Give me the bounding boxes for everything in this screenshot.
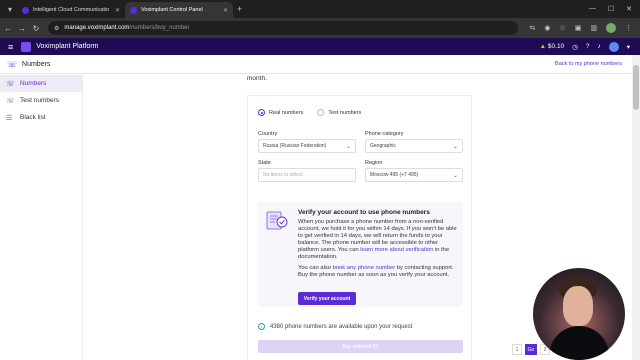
tab-label: Voximplant Control Panel	[141, 7, 203, 13]
buy-number-card: Real numbers Test numbers Country Russia…	[247, 95, 472, 360]
book-phone-number-link[interactable]: book any phone number	[333, 265, 396, 271]
app-name: Voximplant Platform	[36, 43, 99, 50]
list-icon: ☰	[6, 114, 13, 122]
new-tab-icon[interactable]: +	[237, 4, 242, 14]
pagination: 1 Go 2	[512, 344, 550, 355]
sidebar: ☏ Numbers ☏ Test numbers ☰ Black list	[0, 75, 83, 360]
tab-search-icon[interactable]: ▾	[3, 2, 17, 16]
verify-title: Verify your account to use phone numbers	[298, 209, 430, 216]
country-label: Country	[258, 131, 278, 137]
sidebar-item-numbers[interactable]: ☏ Numbers	[0, 75, 82, 92]
url-host: manage.voximplant.com	[64, 25, 130, 31]
verify-description: When you purchase a phone number from a …	[298, 219, 457, 260]
number-type-radio-group: Real numbers Test numbers	[258, 109, 361, 116]
bell-icon[interactable]: ♪	[597, 43, 600, 50]
radio-selected-icon	[258, 109, 265, 116]
back-arrow-icon[interactable]: ←	[2, 24, 14, 33]
state-label: State	[258, 160, 271, 166]
timer-icon[interactable]: ◷	[572, 43, 578, 51]
header-actions: ▲ $0.10 ◷ ? ♪ ▾	[540, 41, 640, 52]
phone-test-icon: ☏	[6, 97, 15, 105]
chevron-down-icon[interactable]: ▾	[627, 43, 630, 51]
chevron-down-icon: ⌄	[452, 172, 458, 179]
close-window-icon[interactable]: ✕	[626, 5, 632, 13]
verification-document-icon	[266, 211, 288, 230]
minimize-icon[interactable]: —	[589, 5, 596, 13]
region-select[interactable]: Moscow 495 (+7 495) ⌄	[365, 168, 463, 182]
availability-note: i 4380 phone numbers are available upon …	[258, 323, 412, 330]
phone-icon: ☏	[7, 59, 18, 69]
back-to-numbers-link[interactable]: Back to my phone numbers	[555, 61, 622, 67]
info-icon: i	[258, 323, 265, 330]
verify-account-button[interactable]: Verify your account	[298, 292, 356, 305]
state-select[interactable]: No items to select	[258, 168, 356, 182]
real-numbers-radio[interactable]: Real numbers	[258, 109, 303, 116]
sidebar-item-test-numbers[interactable]: ☏ Test numbers	[0, 92, 82, 109]
balance[interactable]: ▲ $0.10	[540, 43, 565, 50]
sidebar-item-black-list[interactable]: ☰ Black list	[0, 109, 82, 126]
page-1-button[interactable]: 1	[512, 344, 522, 355]
address-bar-row: ← → ↻ ⚙ manage.voximplant.com/numbers/bu…	[0, 18, 640, 38]
url-field[interactable]: ⚙ manage.voximplant.com/numbers/buy_numb…	[48, 21, 518, 35]
radio-empty-icon	[317, 109, 325, 116]
learn-more-verification-link[interactable]: learn more about verification	[360, 247, 433, 253]
chevron-down-icon: ⌄	[452, 143, 458, 150]
sidebar-item-label: Numbers	[20, 80, 47, 87]
chevron-down-icon: ⌄	[345, 143, 351, 150]
page-scrollbar[interactable]	[632, 55, 640, 360]
reload-icon[interactable]: ↻	[30, 24, 42, 33]
user-avatar[interactable]	[608, 41, 619, 52]
translate-icon[interactable]: ⇆	[529, 24, 535, 32]
country-select[interactable]: Russia (Russian Federation) ⌄	[258, 139, 356, 153]
verify-account-panel: Verify your account to use phone numbers…	[258, 202, 463, 307]
phone-icon: ☏	[6, 80, 15, 88]
page-title: Numbers	[22, 60, 51, 68]
warning-icon: ▲	[539, 43, 547, 50]
buy-selected-button[interactable]: Buy selected (0)	[258, 340, 463, 353]
phone-category-select[interactable]: Geographic ⌄	[365, 139, 463, 153]
tab-label: Intelligent Cloud Communicatio	[33, 7, 110, 13]
month-text: month.	[247, 75, 267, 82]
forward-arrow-icon[interactable]: →	[16, 24, 28, 33]
page-subheader: ☏ Numbers Back to my phone numbers	[0, 55, 632, 74]
more-menu-icon[interactable]: ⋮	[625, 24, 632, 32]
scrollbar-thumb[interactable]	[633, 65, 639, 110]
extensions-icon[interactable]: ▣	[575, 24, 582, 32]
browser-actions: ⇆ ◉ ☆ ▣ ▥ ⋮	[529, 23, 640, 33]
eye-off-icon[interactable]: ◉	[544, 24, 550, 32]
favicon-icon	[22, 6, 29, 14]
region-label: Region	[365, 160, 383, 166]
url-path: /numbers/buy_number	[129, 25, 190, 31]
sidebar-item-label: Black list	[20, 114, 46, 121]
close-tab-icon[interactable]: ✕	[115, 7, 120, 14]
help-icon[interactable]: ?	[586, 43, 590, 50]
sidebar-icon[interactable]: ▥	[590, 24, 597, 32]
verify-booking-note: You can also book any phone number by co…	[298, 265, 454, 278]
webcam-overlay	[533, 268, 625, 360]
close-tab-icon[interactable]: ✕	[223, 7, 228, 14]
menu-icon[interactable]: ≡	[8, 42, 13, 52]
sidebar-item-label: Test numbers	[20, 97, 60, 104]
star-icon[interactable]: ☆	[559, 24, 565, 32]
favicon-icon	[130, 6, 137, 14]
app-header: ≡ Voximplant Platform ▲ $0.10 ◷ ? ♪ ▾	[0, 38, 640, 55]
browser-tab-bar: ▾ Intelligent Cloud Communicatio ✕ Voxim…	[0, 0, 640, 18]
site-info-icon[interactable]: ⚙	[54, 25, 59, 32]
voximplant-logo[interactable]	[21, 41, 32, 52]
phone-category-label: Phone category	[365, 131, 404, 137]
browser-tab-1[interactable]: Intelligent Cloud Communicatio ✕	[17, 2, 125, 18]
window-controls: — ☐ ✕	[589, 5, 640, 13]
profile-avatar[interactable]	[606, 23, 616, 33]
maximize-icon[interactable]: ☐	[608, 5, 614, 13]
browser-tab-2[interactable]: Voximplant Control Panel ✕	[125, 2, 233, 18]
test-numbers-radio[interactable]: Test numbers	[317, 109, 361, 116]
go-button[interactable]: Go	[525, 344, 537, 355]
